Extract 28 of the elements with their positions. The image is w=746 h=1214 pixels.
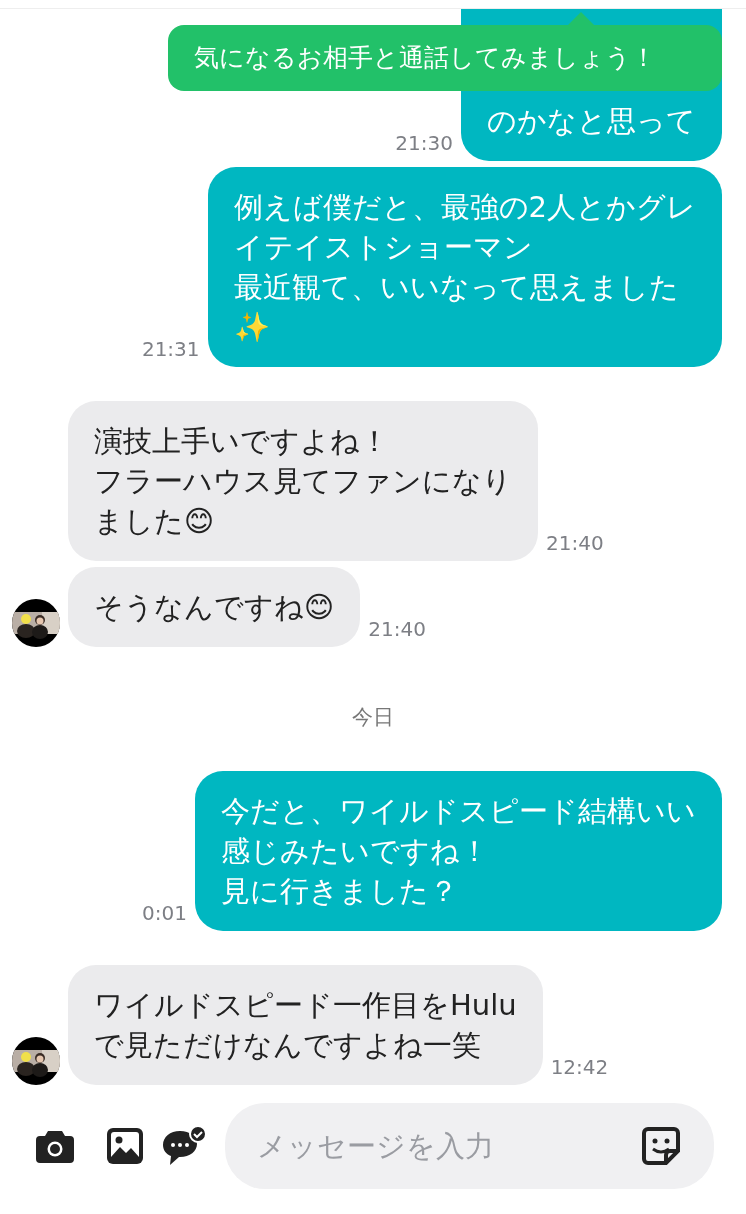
message-text: 見に行きました？ [221, 873, 458, 910]
message-time: 0:01 [142, 901, 187, 925]
message-time: 21:30 [395, 131, 453, 155]
date-label: 今日 [352, 704, 394, 731]
sticker-icon[interactable] [642, 1127, 680, 1165]
message-time: 21:31 [141, 337, 200, 361]
message-text: 演技上手いですよね！ [94, 423, 389, 460]
message-text: フラーハウス見てファンになり [94, 463, 512, 500]
image-icon[interactable] [105, 1127, 144, 1165]
message-input-field[interactable]: メッセージを入力 [225, 1103, 714, 1189]
message-text: そうなんですね😊 [94, 589, 335, 626]
chat-check-icon[interactable] [160, 1125, 207, 1167]
message-text: 最近観て、いいなって思えました [233, 269, 679, 306]
message-text: で見ただけなんですよね一笑 [94, 1027, 481, 1064]
call-tooltip[interactable]: 気になるお相手と通話してみましょう！ [168, 25, 722, 91]
message-text: ワイルドスピード一作目をHulu [94, 987, 517, 1024]
tooltip-pointer [568, 12, 594, 25]
message-text: のかなと思って [487, 103, 696, 140]
message-time: 21:40 [368, 617, 426, 641]
message-text: 例えば僕だと、最強の2人とかグレ [233, 189, 696, 226]
message-text: 今だと、ワイルドスピード結構いい [221, 793, 696, 830]
camera-icon[interactable] [36, 1129, 74, 1163]
message-text: ました😊 [94, 503, 215, 540]
message-time: 12:42 [550, 1055, 609, 1079]
message-text: ✨ [233, 309, 270, 346]
message-text: イテイストショーマン [233, 229, 533, 266]
message-text: 感じみたいですね！ [221, 833, 489, 870]
message-time: 21:40 [546, 531, 604, 555]
